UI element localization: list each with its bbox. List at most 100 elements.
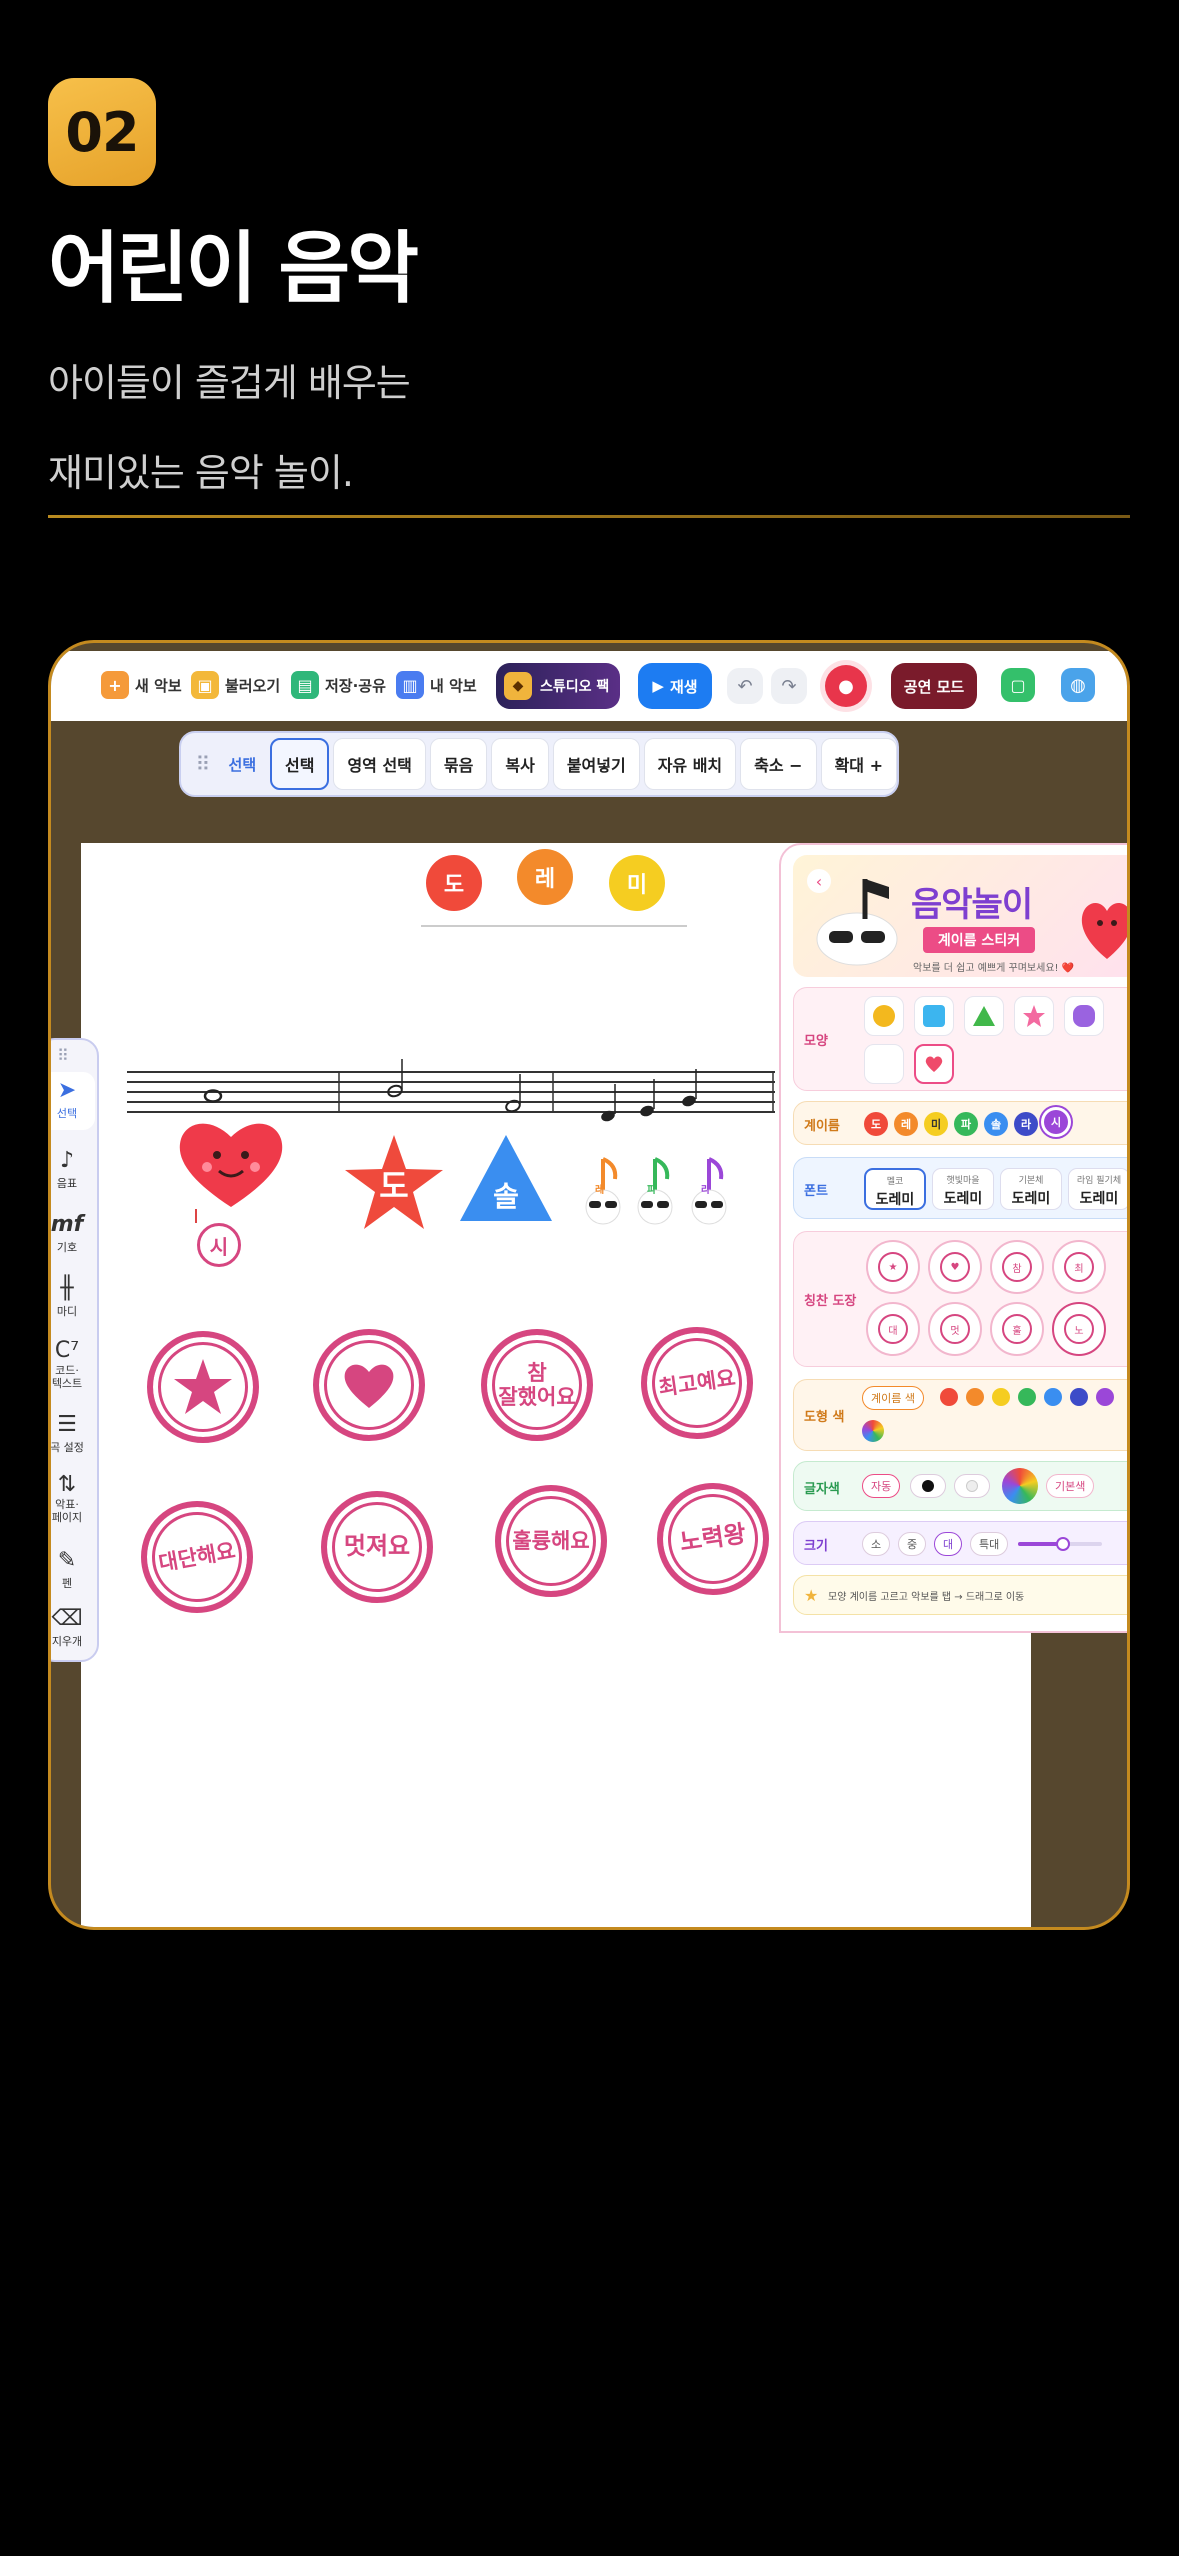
shape-circle[interactable] — [864, 996, 904, 1036]
text-color-white-button[interactable] — [954, 1474, 990, 1498]
stamp-cool[interactable]: 멋져요 — [321, 1491, 433, 1603]
size-large-button[interactable]: 대 — [934, 1532, 963, 1556]
size-small-button[interactable]: 소 — [862, 1532, 891, 1556]
stamp-the-best[interactable]: 최고예요 — [633, 1319, 761, 1447]
triangle-sticker[interactable]: 솔 — [458, 1133, 554, 1223]
font-option[interactable]: 기본체 도레미 — [1000, 1168, 1062, 1210]
redo-button[interactable]: ↷ — [771, 668, 807, 704]
stamp-amazing[interactable]: 대단해요 — [132, 1492, 262, 1622]
mini-stamp[interactable]: 대 — [866, 1302, 920, 1356]
drag-handle-icon[interactable]: ⠿ — [57, 1046, 69, 1065]
scale-la[interactable]: 라 — [1014, 1112, 1038, 1136]
text-color-auto-button[interactable]: 자동 — [862, 1474, 901, 1498]
language-button[interactable]: ◍ — [1061, 668, 1095, 702]
tool-chord-text[interactable]: C⁷ 코드· 텍스트 — [51, 1338, 95, 1391]
size-xlarge-button[interactable]: 특대 — [970, 1532, 1009, 1556]
scale-re[interactable]: 레 — [894, 1112, 918, 1136]
shape-color-default-button[interactable]: 계이름 색 — [862, 1386, 924, 1410]
undo-button[interactable]: ↶ — [727, 668, 763, 704]
title-note-do[interactable]: 도 — [426, 855, 482, 911]
tool-note[interactable]: ♪ 음표 — [51, 1148, 95, 1191]
microphone-button[interactable]: ● — [825, 665, 867, 707]
star-sticker[interactable]: 도 — [343, 1133, 445, 1231]
lock-icon: ▢ — [1010, 675, 1026, 695]
scale-fa[interactable]: 파 — [954, 1112, 978, 1136]
new-score-button[interactable]: + 새 악보 — [101, 671, 182, 699]
my-scores-button[interactable]: ▥ 내 악보 — [396, 671, 477, 699]
font-option[interactable]: 멜코 도레미 — [864, 1168, 926, 1210]
shape-heart-character[interactable] — [914, 1044, 954, 1084]
mini-stamp[interactable]: 멋 — [928, 1302, 982, 1356]
tool-measure[interactable]: ╫ 마디 — [51, 1276, 95, 1319]
lock-button[interactable]: ▢ — [1001, 668, 1035, 702]
stamp-hard-worker[interactable]: 노력왕 — [649, 1475, 777, 1603]
mini-stamp[interactable]: 훌 — [990, 1302, 1044, 1356]
tool-staff-page[interactable]: ⇅ 악표· 페이지 — [51, 1472, 95, 1525]
tool-select[interactable]: ➤ 선택 — [51, 1072, 95, 1130]
color-swatch-green[interactable] — [1018, 1388, 1036, 1406]
heart-sticker[interactable] — [171, 1115, 291, 1211]
note-sticker-la[interactable]: 라 — [689, 1153, 731, 1227]
scale-mi[interactable]: 미 — [924, 1112, 948, 1136]
paste-button[interactable]: 붙여넣기 — [552, 738, 640, 790]
group-button[interactable]: 묶음 — [429, 738, 488, 790]
select-button[interactable]: 선택 — [270, 738, 330, 790]
stamp-heart[interactable] — [313, 1329, 425, 1441]
load-button[interactable]: ▣ 불러오기 — [191, 671, 280, 699]
shape-note-character[interactable]: ♪ — [864, 1044, 904, 1084]
studio-pack-button[interactable]: ◆ 스튜디오 팩 — [496, 663, 620, 709]
mini-stamp[interactable]: 참 — [990, 1240, 1044, 1294]
copy-button[interactable]: 복사 — [491, 738, 549, 790]
mini-stamp[interactable]: ★ — [866, 1240, 920, 1294]
zoom-out-button[interactable]: 축소 − — [740, 738, 817, 790]
color-swatch-red[interactable] — [940, 1388, 958, 1406]
text-color-picker-wheel[interactable] — [1002, 1468, 1038, 1504]
shape-triangle[interactable] — [964, 996, 1004, 1036]
tool-eraser[interactable]: ⌫ 지우개 — [51, 1606, 95, 1649]
play-button[interactable]: ▶ 재생 — [638, 663, 712, 709]
color-swatch-purple[interactable] — [1096, 1388, 1114, 1406]
gem-icon: ◆ — [504, 672, 532, 700]
zoom-in-button[interactable]: 확대 + — [820, 738, 897, 790]
folder-icon: ▣ — [191, 671, 219, 699]
color-picker-wheel[interactable] — [862, 1420, 884, 1442]
free-layout-button[interactable]: 자유 배치 — [643, 738, 737, 790]
title-note-re[interactable]: 레 — [517, 849, 573, 905]
mini-stamp[interactable]: ♥ — [928, 1240, 982, 1294]
size-slider[interactable] — [1018, 1537, 1102, 1551]
tool-song-settings[interactable]: ☰ 곡 설정 — [51, 1412, 95, 1455]
hint-section: ★ 모양 계이름 고르고 악보를 탭 → 드래그로 이동 — [793, 1575, 1127, 1615]
note-sticker-re[interactable]: 레 — [583, 1153, 625, 1227]
scale-do[interactable]: 도 — [864, 1112, 888, 1136]
performance-mode-button[interactable]: 공연 모드 — [891, 663, 977, 709]
area-select-button[interactable]: 영역 선택 — [333, 738, 426, 790]
color-swatch-indigo[interactable] — [1070, 1388, 1088, 1406]
size-slider-thumb[interactable] — [1056, 1537, 1070, 1551]
tool-symbol[interactable]: mf 기호 — [51, 1212, 95, 1255]
scale-sol[interactable]: 솔 — [984, 1112, 1008, 1136]
title-note-mi[interactable]: 미 — [609, 855, 665, 911]
shape-flower[interactable] — [1064, 996, 1104, 1036]
text-color-black-button[interactable] — [910, 1474, 946, 1498]
shape-square[interactable] — [914, 996, 954, 1036]
save-share-button[interactable]: ▤ 저장·공유 — [291, 671, 386, 699]
stamp-star[interactable] — [147, 1331, 259, 1443]
stamp-well-done[interactable]: 참 잘했어요 — [481, 1329, 593, 1441]
scale-si[interactable]: 시 — [1044, 1110, 1068, 1134]
color-swatch-orange[interactable] — [966, 1388, 984, 1406]
font-option[interactable]: 라임 필기체 도레미 — [1068, 1168, 1127, 1210]
text-color-default-button[interactable]: 기본색 — [1046, 1474, 1095, 1498]
font-option[interactable]: 햇빛마을 도레미 — [932, 1168, 994, 1210]
mini-stamp[interactable]: 노 — [1052, 1302, 1106, 1356]
mini-stamp[interactable]: 최 — [1052, 1240, 1106, 1294]
size-medium-button[interactable]: 중 — [898, 1532, 927, 1556]
color-swatch-blue[interactable] — [1044, 1388, 1062, 1406]
note-sticker-fa[interactable]: 파 — [635, 1153, 677, 1227]
tool-pen[interactable]: ✎ 펜 — [51, 1548, 95, 1591]
stamp-text: 노력왕 — [678, 1519, 748, 1557]
drag-handle-icon[interactable]: ⠿ — [191, 752, 215, 776]
stamp-excellent[interactable]: 훌륭해요 — [495, 1485, 607, 1597]
shape-star[interactable] — [1014, 996, 1054, 1036]
music-staff[interactable] — [127, 1059, 775, 1122]
color-swatch-yellow[interactable] — [992, 1388, 1010, 1406]
